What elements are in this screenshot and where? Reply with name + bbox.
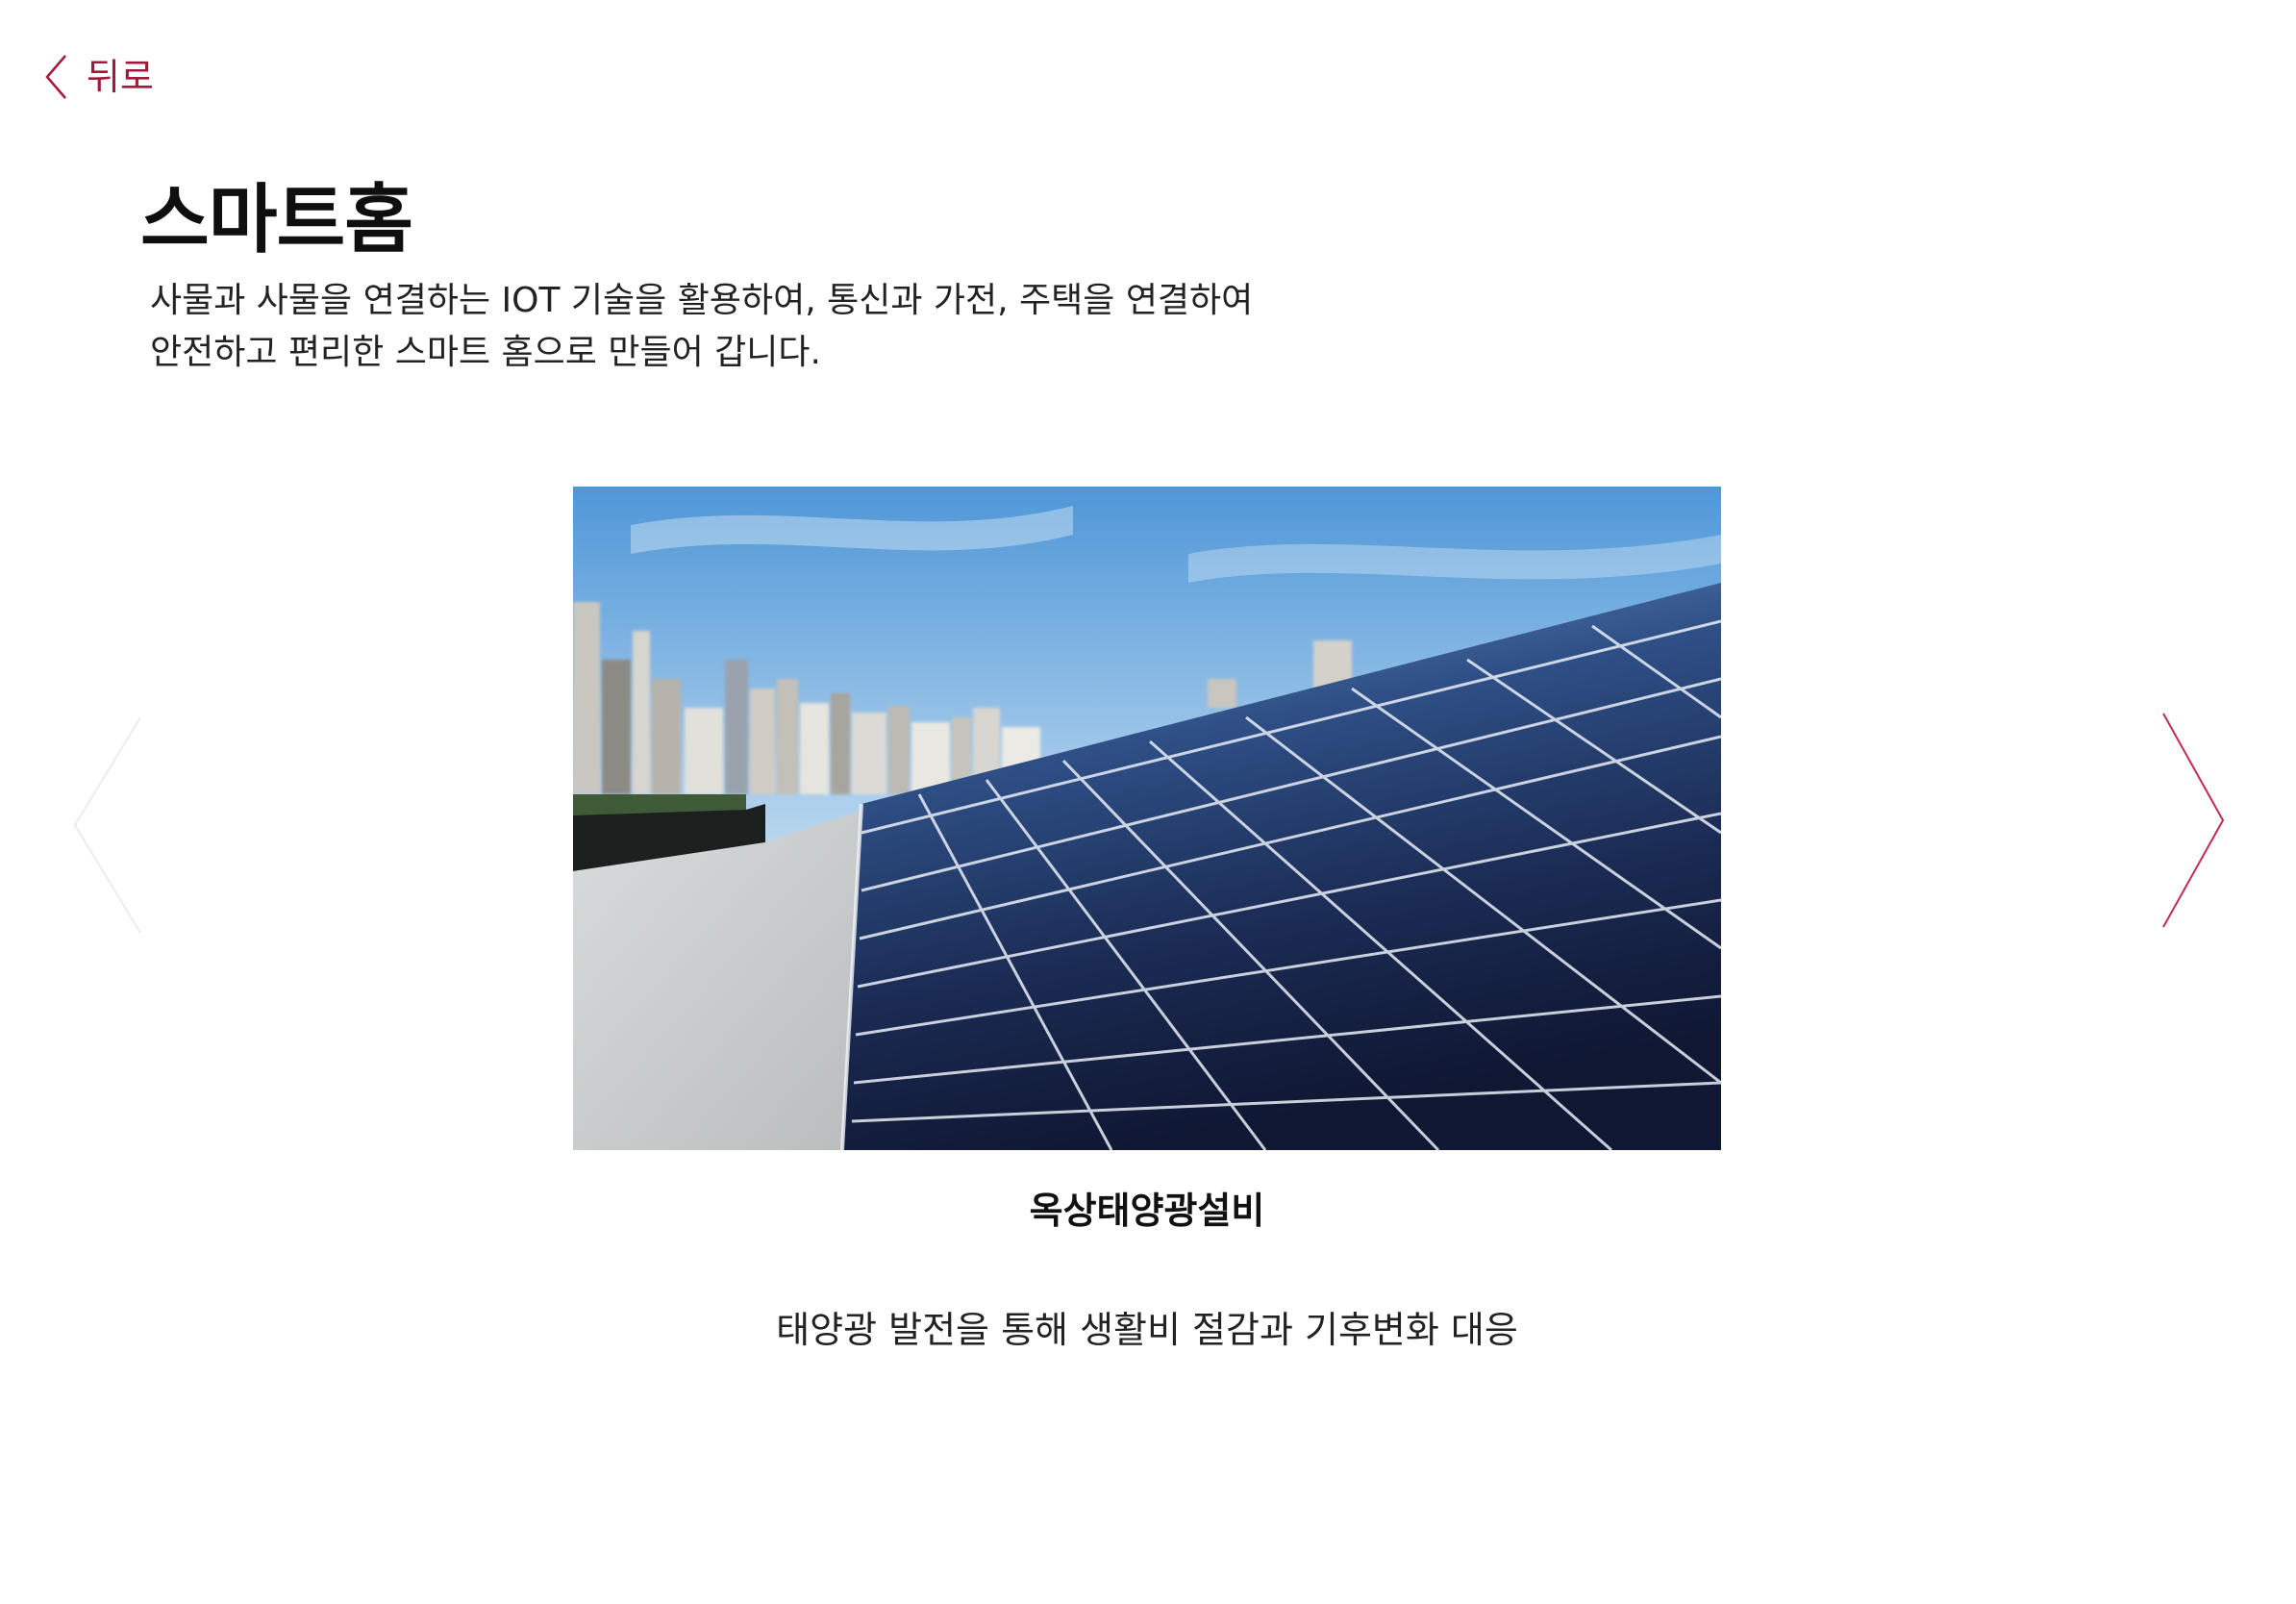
chevron-left-large-icon xyxy=(73,716,141,934)
description-line-1: 사물과 사물을 연결하는 IOT 기술을 활용하여, 통신과 가전, 주택을 연… xyxy=(150,281,1254,320)
back-label: 뒤로 xyxy=(87,56,154,98)
carousel-next-button[interactable] xyxy=(2159,712,2227,933)
rooftop-solar-panels-photo xyxy=(573,487,1721,1150)
slide-image xyxy=(573,487,1721,1150)
back-button[interactable]: 뒤로 xyxy=(44,54,154,100)
slide-description: 태양광 발전을 통해 생활비 절감과 기후변화 대응 xyxy=(776,1309,1518,1351)
smart-home-page: 뒤로 스마트홈 사물과 사물을 연결하는 IOT 기술을 활용하여, 통신과 가… xyxy=(0,0,2296,1604)
carousel-prev-button[interactable] xyxy=(71,715,144,939)
page-description: 사물과 사물을 연결하는 IOT 기술을 활용하여, 통신과 가전, 주택을 연… xyxy=(150,275,1688,379)
chevron-left-icon xyxy=(45,55,66,99)
chevron-right-large-icon xyxy=(2162,713,2225,928)
page-title: 스마트홈 xyxy=(140,177,413,263)
description-line-2: 안전하고 편리한 스마트 홈으로 만들어 갑니다. xyxy=(150,333,821,372)
slide-title: 옥상태양광설비 xyxy=(1029,1190,1265,1232)
